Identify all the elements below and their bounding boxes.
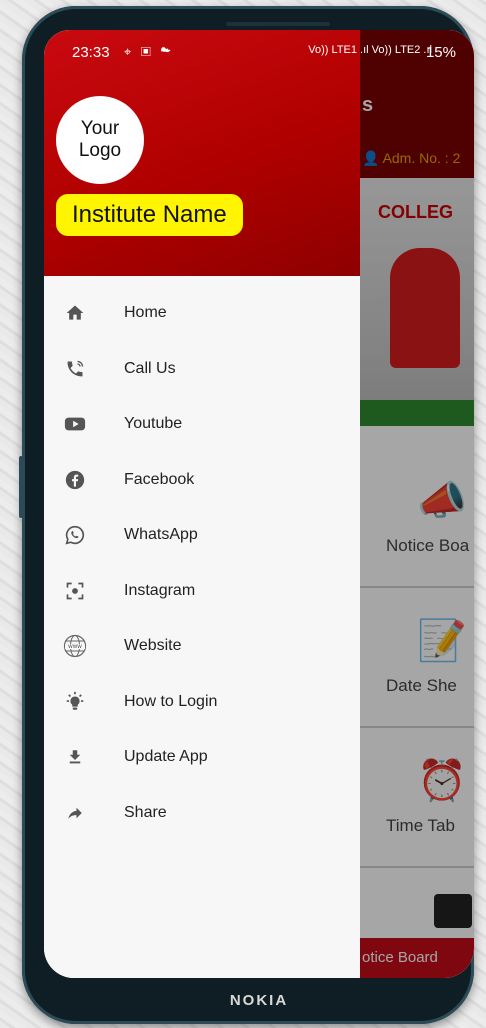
svg-text:WWW: WWW [68,644,82,650]
whatsapp-icon [62,522,88,548]
status-bar: 23:33 ⌖ ▣ ☁ Vo)) LTE1 .ıl Vo)) LTE2 .ıl … [44,30,474,70]
menu-label: Share [124,804,167,821]
menu-item-facebook[interactable]: Facebook [44,457,360,503]
background-app: s 👤 Adm. No. : 2 COLLEG 📣 Notice Boa 📝 D… [360,30,474,978]
logo-line2: Logo [78,140,122,161]
phone-side-button [19,456,23,518]
menu-label: WhatsApp [124,526,198,543]
menu-item-instagram[interactable]: Instagram [44,568,360,614]
notification-icons: ⌖ ▣ ☁ [124,44,174,59]
menu-label: Facebook [124,471,195,488]
battery-level: 15% [425,44,456,61]
phone-screen: s 👤 Adm. No. : 2 COLLEG 📣 Notice Boa 📝 D… [44,30,474,978]
facebook-icon [62,467,88,493]
menu-item-website[interactable]: WWW Website [44,623,360,669]
menu-label: Instagram [124,582,196,599]
device-brand: NOKIA [229,991,289,1009]
lightbulb-icon [62,689,88,715]
globe-icon: WWW [62,633,88,659]
menu-item-update-app[interactable]: Update App [44,734,360,780]
menu-label: How to Login [124,693,218,710]
menu-label: Call Us [124,360,176,377]
network-icons: Vo)) LTE1 .ıl Vo)) LTE2 .ıl [308,44,432,56]
download-icon [62,744,88,770]
menu-item-whatsapp[interactable]: WhatsApp [44,512,360,558]
menu-item-youtube[interactable]: Youtube [44,401,360,447]
menu-label: Website [124,637,182,654]
menu-item-call-us[interactable]: Call Us [44,346,360,392]
phone-speaker [226,22,330,26]
institute-logo: Your Logo [56,96,144,184]
navigation-drawer: Your Logo Institute Name Home Call Us Yo… [44,30,360,978]
status-time: 23:33 [72,44,110,61]
share-icon [62,800,88,826]
menu-label: Youtube [124,415,183,432]
menu-item-share[interactable]: Share [44,790,360,836]
menu-item-how-to-login[interactable]: How to Login [44,679,360,725]
phone-icon [62,356,88,382]
home-icon [62,300,88,326]
menu-label: Home [124,304,167,321]
institute-name: Institute Name [56,194,243,236]
device-chin: NOKIA [44,980,474,1020]
youtube-icon [62,411,88,437]
menu-label: Update App [124,748,208,765]
menu-item-home[interactable]: Home [44,290,360,336]
drawer-scrim[interactable] [360,30,474,978]
logo-line1: Your [80,118,120,139]
instagram-icon [62,578,88,604]
